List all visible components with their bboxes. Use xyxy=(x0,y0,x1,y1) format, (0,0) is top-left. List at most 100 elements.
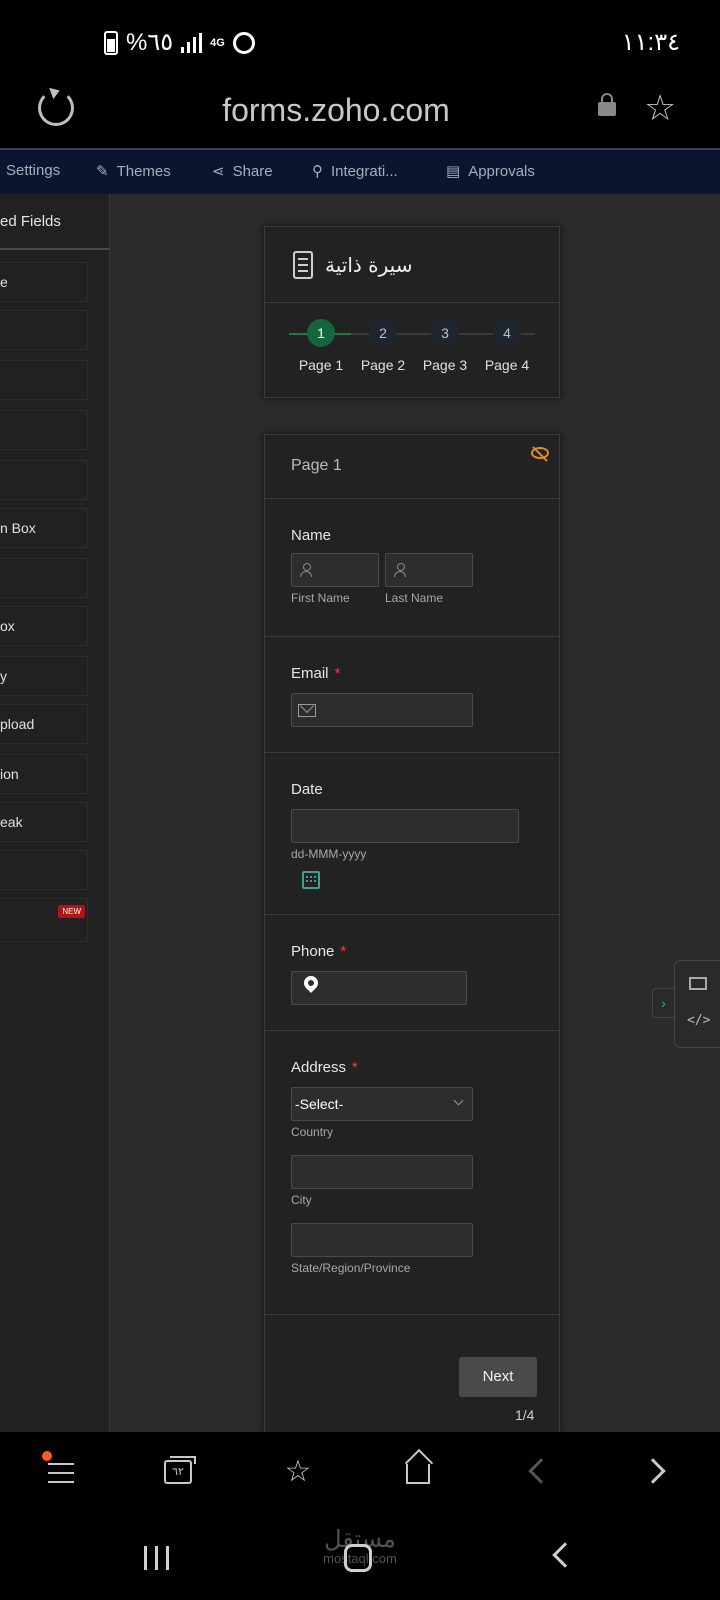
address-field[interactable]: Address * -Select- Country City State/Reg… xyxy=(265,1031,559,1315)
palette-item[interactable] xyxy=(0,310,88,350)
url-text[interactable]: forms.zoho.com xyxy=(0,92,672,129)
document-icon xyxy=(293,250,313,279)
palette-item[interactable]: e xyxy=(0,262,88,302)
palette-item[interactable] xyxy=(0,360,88,400)
menu-icon xyxy=(48,1463,74,1465)
tabs-button[interactable]: ٦٢ xyxy=(156,1450,200,1494)
state-input[interactable] xyxy=(291,1223,473,1257)
share-icon: ⋖ xyxy=(212,163,225,180)
status-time: ١١:٣٤ xyxy=(621,29,680,56)
approvals-icon: ▤ xyxy=(446,163,461,180)
palette-item[interactable]: y xyxy=(0,656,88,696)
email-input[interactable] xyxy=(291,693,473,727)
home-button[interactable] xyxy=(396,1450,440,1494)
date-input[interactable] xyxy=(291,809,519,843)
name-label: Name xyxy=(291,527,332,544)
step-number: 1 xyxy=(307,319,335,347)
status-bar: %٦٥ 4G ١١:٣٤ xyxy=(0,0,720,86)
location-pin-icon xyxy=(301,973,321,993)
eye-off-icon[interactable] xyxy=(531,447,549,459)
side-tools: </> xyxy=(674,960,720,1048)
plug-icon: ⚲ xyxy=(312,163,323,180)
form-title-card: سيرة ذاتية 1 Page 1 2 Page 2 3 Page 3 4 … xyxy=(264,226,560,398)
palette-item[interactable] xyxy=(0,410,88,450)
date-field[interactable]: Date dd-MMM-yyyy xyxy=(265,753,559,915)
palette-item[interactable]: ion xyxy=(0,754,88,794)
tabs-icon: ٦٢ xyxy=(164,1456,196,1484)
system-back-button[interactable] xyxy=(552,1542,578,1568)
signal-icon xyxy=(181,32,203,53)
calendar-icon[interactable] xyxy=(302,871,320,889)
bookmarks-icon[interactable]: ☆ xyxy=(276,1450,320,1494)
step-page-2[interactable]: 2 Page 2 xyxy=(353,319,413,373)
city-caption: City xyxy=(291,1193,312,1207)
step-page-4[interactable]: 4 Page 4 xyxy=(477,319,537,373)
forward-button[interactable] xyxy=(636,1450,680,1494)
nav-settings[interactable]: Settings xyxy=(6,162,60,179)
date-label: Date xyxy=(291,781,323,798)
palette-header[interactable]: ed Fields xyxy=(0,194,109,250)
step-page-1[interactable]: 1 Page 1 xyxy=(291,319,351,373)
next-button[interactable]: Next xyxy=(459,1357,537,1397)
chevron-down-icon xyxy=(453,1095,464,1106)
menu-button[interactable] xyxy=(38,1450,82,1494)
nav-share-label: Share xyxy=(232,162,273,180)
page-header[interactable]: Page 1 xyxy=(265,435,559,499)
email-field[interactable]: Email * xyxy=(265,637,559,753)
step-label: Page 3 xyxy=(422,357,468,373)
mail-icon xyxy=(298,704,316,717)
form-title-row[interactable]: سيرة ذاتية xyxy=(265,227,559,303)
palette-item[interactable]: eak xyxy=(0,802,88,842)
email-label: Email * xyxy=(291,665,341,682)
date-format-caption: dd-MMM-yyyy xyxy=(291,847,367,861)
nav-integrations[interactable]: ⚲ Integrati... xyxy=(312,162,398,181)
system-home-button[interactable] xyxy=(344,1544,372,1572)
nav-themes-label: Themes xyxy=(116,162,171,180)
palette-item[interactable]: n Box xyxy=(0,508,88,548)
palette-item[interactable]: pload xyxy=(0,704,88,744)
status-left: %٦٥ 4G xyxy=(104,28,255,57)
page-indicator: 1/4 xyxy=(515,1407,535,1423)
step-number: 3 xyxy=(431,319,459,347)
step-page-3[interactable]: 3 Page 3 xyxy=(415,319,475,373)
nav-approvals[interactable]: ▤ Approvals xyxy=(446,162,535,181)
field-palette: ed Fields e n Box ox y pload ion eak NEW xyxy=(0,194,110,1432)
person-icon xyxy=(394,563,406,577)
step-number: 2 xyxy=(369,319,397,347)
email-notification-icon[interactable] xyxy=(689,977,707,990)
phone-label: Phone * xyxy=(291,943,347,960)
last-name-input[interactable] xyxy=(385,553,473,587)
network-type: 4G xyxy=(210,36,225,49)
step-number: 4 xyxy=(493,319,521,347)
name-field[interactable]: Name First Name Last Name xyxy=(265,499,559,637)
recents-button[interactable] xyxy=(144,1546,172,1570)
forward-arrow-icon xyxy=(640,1458,666,1484)
battery-icon xyxy=(104,30,118,55)
alarm-icon xyxy=(232,31,255,54)
phone-field[interactable]: Phone * xyxy=(265,915,559,1031)
bookmark-star-icon[interactable]: ☆ xyxy=(644,88,676,128)
first-name-input[interactable] xyxy=(291,553,379,587)
expand-arrow-icon[interactable]: › xyxy=(652,988,674,1018)
country-caption: Country xyxy=(291,1125,334,1139)
brush-icon: ✎ xyxy=(96,163,109,180)
battery-level: %٦٥ xyxy=(126,29,174,56)
palette-item[interactable] xyxy=(0,558,88,598)
system-navigation: مستقل mostaql.com xyxy=(0,1516,720,1600)
city-input[interactable] xyxy=(291,1155,473,1189)
step-label: Page 4 xyxy=(484,357,530,373)
lock-icon[interactable] xyxy=(598,93,616,116)
required-mark: * xyxy=(334,665,341,682)
page-card: Page 1 Name First Name Last Name Email * … xyxy=(264,434,560,1434)
required-mark: * xyxy=(352,1059,358,1076)
code-icon[interactable]: </> xyxy=(687,1013,710,1028)
palette-item[interactable]: NEW xyxy=(0,898,88,942)
nav-share[interactable]: ⋖ Share xyxy=(212,162,273,181)
phone-input[interactable] xyxy=(291,971,467,1005)
country-select[interactable]: -Select- xyxy=(291,1087,473,1121)
palette-item[interactable]: ox xyxy=(0,606,88,646)
palette-item[interactable] xyxy=(0,850,88,890)
back-button[interactable] xyxy=(516,1450,560,1494)
palette-item[interactable] xyxy=(0,460,88,500)
nav-themes[interactable]: ✎ Themes xyxy=(96,162,171,181)
